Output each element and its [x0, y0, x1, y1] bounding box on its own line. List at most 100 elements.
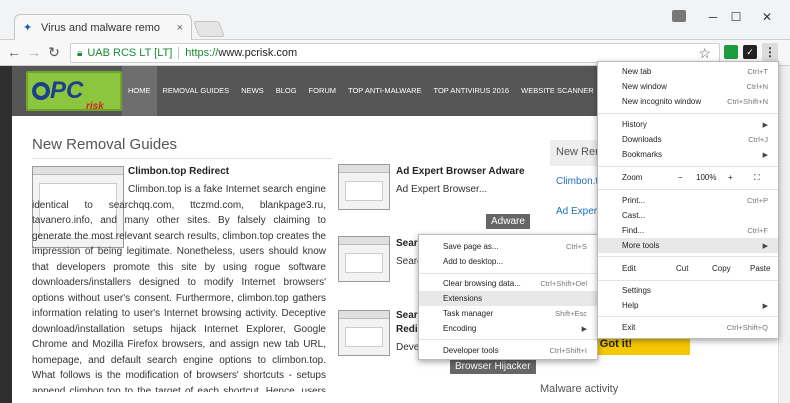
nav-removal-guides[interactable]: REMOVAL GUIDES	[157, 66, 236, 116]
submenu-arrow-icon: ▶	[762, 151, 768, 159]
menu-item-history[interactable]: History ▶	[598, 117, 778, 132]
divider	[598, 166, 778, 167]
menu-label: Add to desktop...	[443, 257, 504, 266]
menu-zoom-row: Zoom − 100% + ⛶	[598, 170, 778, 185]
browser-tab[interactable]: ✦ Virus and malware remo ×	[14, 14, 192, 40]
scrollbar[interactable]	[778, 66, 790, 403]
bookmark-star-icon[interactable]: ☆	[698, 45, 711, 62]
article-title[interactable]: Climbon.top Redirect	[128, 166, 229, 177]
category-tag[interactable]: Adware	[486, 214, 530, 229]
shortcut: Ctrl+N	[746, 82, 768, 91]
article-thumbnail[interactable]	[338, 164, 390, 210]
divider	[178, 47, 180, 59]
tab-title: Virus and malware remo	[41, 21, 161, 34]
menu-label: Bookmarks	[622, 150, 663, 159]
back-button[interactable]: ←	[6, 44, 22, 60]
menu-item-task-manager[interactable]: Task manager Shift+Esc	[419, 306, 597, 321]
site-nav: HOME REMOVAL GUIDES NEWS BLOG FORUM TOP …	[122, 66, 600, 116]
divider	[598, 280, 778, 281]
shortcut: Ctrl+Shift+I	[549, 346, 587, 355]
shortcut: Ctrl+T	[747, 67, 768, 76]
nav-top-antivirus[interactable]: TOP ANTIVIRUS 2016	[428, 66, 516, 116]
nav-blog[interactable]: BLOG	[270, 66, 303, 116]
menu-label: New window	[622, 82, 667, 91]
logo-magnifier-icon	[32, 82, 50, 100]
menu-item-new-tab[interactable]: New tab Ctrl+T	[598, 64, 778, 79]
menu-item-developer-tools[interactable]: Developer tools Ctrl+Shift+I	[419, 343, 597, 358]
menu-label: Task manager	[443, 309, 494, 318]
tab-close-icon[interactable]: ×	[177, 22, 183, 34]
menu-item-print[interactable]: Print... Ctrl+P	[598, 193, 778, 208]
menu-edit-row: Edit Cut Copy Paste	[598, 261, 778, 276]
shortcut: Ctrl+Shift+Q	[726, 323, 768, 332]
shortcut: Shift+Esc	[555, 309, 587, 318]
secure-label: UAB RCS LT [LT]	[87, 47, 173, 59]
menu-label: Exit	[622, 323, 636, 332]
new-tab-button[interactable]	[193, 21, 225, 37]
nav-top-anti-malware[interactable]: TOP ANTI-MALWARE	[342, 66, 427, 116]
profile-icon[interactable]	[672, 10, 686, 22]
menu-item-add-to-desktop[interactable]: Add to desktop...	[419, 254, 597, 269]
copy-button[interactable]: Copy	[712, 264, 731, 273]
menu-label: New incognito window	[622, 97, 702, 106]
article-thumbnail[interactable]	[338, 236, 390, 282]
menu-item-exit[interactable]: Exit Ctrl+Shift+Q	[598, 320, 778, 335]
nav-home[interactable]: HOME	[122, 66, 157, 116]
address-bar[interactable]: 🔒︎ UAB RCS LT [LT] https:// www.pcrisk.c…	[70, 43, 720, 63]
menu-label: More tools	[622, 241, 660, 250]
article-thumbnail[interactable]	[338, 310, 390, 356]
zoom-out-button[interactable]: −	[678, 173, 683, 182]
menu-item-downloads[interactable]: Downloads Ctrl+J	[598, 132, 778, 147]
menu-item-save-page[interactable]: Save page as... Ctrl+S	[419, 239, 597, 254]
cut-button[interactable]: Cut	[676, 264, 688, 273]
menu-label: Save page as...	[443, 242, 499, 251]
extension-icon[interactable]	[724, 45, 738, 59]
menu-item-cast[interactable]: Cast...	[598, 208, 778, 223]
shortcut: Ctrl+P	[746, 196, 768, 205]
minimize-button[interactable]: ─	[704, 10, 722, 24]
menu-label: History	[622, 120, 647, 129]
menu-item-bookmarks[interactable]: Bookmarks ▶	[598, 147, 778, 162]
article-title[interactable]: Ad Expert Browser Adware	[396, 166, 525, 177]
maximize-button[interactable]: ☐	[727, 10, 745, 24]
menu-label: Extensions	[443, 294, 483, 303]
menu-item-settings[interactable]: Settings	[598, 283, 778, 298]
article-body: Climbon.top is a fake Internet search en…	[32, 184, 326, 392]
menu-item-new-window[interactable]: New window Ctrl+N	[598, 79, 778, 94]
shortcut: Ctrl+Shift+N	[727, 97, 768, 106]
menu-item-extensions[interactable]: Extensions	[419, 291, 597, 306]
site-logo[interactable]: PC risk	[26, 71, 122, 112]
menu-item-clear-browsing-data[interactable]: Clear browsing data... Ctrl+Shift+Del	[419, 276, 597, 291]
extension-2-icon[interactable]: ✓	[743, 45, 757, 59]
menu-label: New tab	[622, 67, 652, 76]
close-window-button[interactable]: ✕	[758, 10, 776, 24]
forward-button[interactable]: →	[26, 44, 42, 60]
section-divider	[32, 158, 332, 159]
category-tag[interactable]: Browser Hijacker	[450, 359, 536, 374]
article-body: Ad Expert Browser...	[396, 184, 488, 195]
sidebar-link[interactable]: Ad Expert	[556, 206, 600, 217]
chrome-menu-button[interactable]: ⋮	[762, 43, 778, 61]
nav-forum[interactable]: FORUM	[303, 66, 343, 116]
nav-news[interactable]: NEWS	[235, 66, 270, 116]
reload-button[interactable]: ↻	[46, 44, 62, 60]
menu-item-help[interactable]: Help ▶	[598, 298, 778, 313]
edit-label: Edit	[622, 264, 636, 273]
paste-button[interactable]: Paste	[750, 264, 770, 273]
submenu-arrow-icon: ▶	[762, 242, 768, 250]
menu-item-new-incognito-window[interactable]: New incognito window Ctrl+Shift+N	[598, 94, 778, 109]
menu-item-find[interactable]: Find... Ctrl+F	[598, 223, 778, 238]
divider	[598, 189, 778, 190]
more-tools-menu: Save page as... Ctrl+S Add to desktop... …	[418, 234, 598, 360]
fullscreen-icon[interactable]: ⛶	[754, 173, 760, 183]
logo-text: PC	[50, 77, 84, 104]
divider	[598, 256, 778, 257]
menu-label: Encoding	[443, 324, 477, 333]
menu-item-more-tools[interactable]: More tools ▶	[598, 238, 778, 253]
zoom-in-button[interactable]: +	[728, 173, 733, 182]
menu-label: Help	[622, 301, 639, 310]
divider	[598, 316, 778, 317]
menu-item-encoding[interactable]: Encoding ▶	[419, 321, 597, 336]
url-host: www.pcrisk.com	[218, 47, 298, 59]
nav-website-scanner[interactable]: WEBSITE SCANNER	[515, 66, 600, 116]
